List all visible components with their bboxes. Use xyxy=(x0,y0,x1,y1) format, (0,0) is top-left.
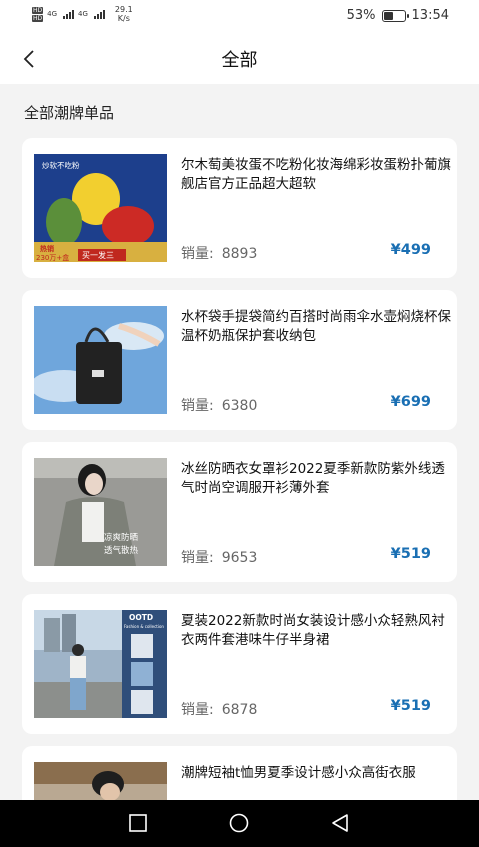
image-caption-1: 凉爽防晒 xyxy=(104,532,139,543)
image-caption: 炒软不吃粉 xyxy=(42,160,80,170)
product-price: ¥699 xyxy=(390,394,431,410)
triangle-back-icon xyxy=(332,814,348,832)
battery-icon xyxy=(381,9,409,22)
page-title: 全部 xyxy=(221,50,258,71)
hd-badge-1: HD xyxy=(32,6,44,14)
clock: 13:54 xyxy=(411,8,449,23)
system-back-button[interactable] xyxy=(329,812,351,834)
product-image: 炒软不吃粉 热销 230万+盒 买一发三 xyxy=(34,154,167,262)
status-right: 53% 13:54 xyxy=(347,8,449,23)
recents-button[interactable] xyxy=(127,812,149,834)
product-title: 潮牌短袖t恤男夏季设计感小众高街衣服 xyxy=(181,765,416,781)
sales-count: 6380 xyxy=(221,398,258,414)
home-button[interactable] xyxy=(228,812,250,834)
sales-label: 销量: xyxy=(181,246,214,262)
image-subtitle: Fashion & collection xyxy=(124,624,164,629)
product-card[interactable]: 水杯袋手提袋简约百搭时尚雨伞水壶焖烧杯保温杯奶瓶保护套收纳包 销量: 6380 ¥… xyxy=(22,290,457,430)
network-speed: 29.1 K/s xyxy=(115,5,133,23)
signal-icon xyxy=(93,9,105,19)
sales-label: 销量: xyxy=(181,398,214,414)
image-brand: OOTD xyxy=(129,613,153,622)
product-title: 夏装2022新款时尚女装设计感小众轻熟风衬衣两件套港味牛仔半身裙 xyxy=(181,613,445,648)
sales-info: 销量: 8893 xyxy=(181,243,257,263)
product-card[interactable]: 凉爽防晒 透气散热 冰丝防晒衣女罩衫2022夏季新款防紫外线透气时尚空调服开衫薄… xyxy=(22,442,457,582)
sales-count: 8893 xyxy=(221,246,258,262)
battery-percent: 53% xyxy=(346,8,376,23)
image-tag-offer: 买一发三 xyxy=(82,250,114,260)
sales-info: 销量: 6380 xyxy=(181,395,257,415)
image-caption-2: 透气散热 xyxy=(104,545,139,556)
signal-icon xyxy=(63,9,75,19)
network-type-2: 4G xyxy=(78,10,88,18)
product-image xyxy=(34,306,167,414)
speed-value: 29.1 xyxy=(114,5,133,14)
product-image: 凉爽防晒 透气散热 xyxy=(34,458,167,566)
status-left: HD HD 4G 4G 29.1 K/s xyxy=(32,5,133,23)
hd-badge-2: HD xyxy=(32,14,44,22)
sales-count: 9653 xyxy=(221,550,258,566)
product-card[interactable]: 炒软不吃粉 热销 230万+盒 买一发三 尔木萄美妆蛋不吃粉化妆海绵彩妆蛋粉扑葡… xyxy=(22,138,457,278)
product-title: 尔木萄美妆蛋不吃粉化妆海绵彩妆蛋粉扑葡旗舰店官方正品超大超软 xyxy=(181,157,451,192)
product-title: 冰丝防晒衣女罩衫2022夏季新款防紫外线透气时尚空调服开衫薄外套 xyxy=(181,461,445,496)
square-icon xyxy=(129,814,147,832)
sales-info: 销量: 6878 xyxy=(181,699,257,719)
system-nav-bar xyxy=(0,800,479,847)
sales-label: 销量: xyxy=(181,702,214,718)
circle-icon xyxy=(229,813,249,833)
battery-fill xyxy=(383,11,394,20)
network-type-1: 4G xyxy=(47,10,58,18)
product-price: ¥499 xyxy=(390,242,431,258)
product-image: OOTD Fashion & collection xyxy=(34,610,167,718)
image-tag-count: 230万+盒 xyxy=(36,253,69,262)
hd-indicators: HD HD xyxy=(32,6,44,22)
speed-unit: K/s xyxy=(117,14,130,23)
sales-count: 6878 xyxy=(221,702,258,718)
product-price: ¥519 xyxy=(390,698,431,714)
product-title: 水杯袋手提袋简约百搭时尚雨伞水壶焖烧杯保温杯奶瓶保护套收纳包 xyxy=(181,309,451,344)
product-price: ¥519 xyxy=(390,546,431,562)
status-bar: HD HD 4G 4G 29.1 K/s 53% 13:54 xyxy=(0,0,479,32)
product-card[interactable]: OOTD Fashion & collection 夏装2022新款时尚女装设计… xyxy=(22,594,457,734)
sales-info: 销量: 9653 xyxy=(181,547,257,567)
sales-label: 销量: xyxy=(181,550,214,566)
header-bar: 全部 xyxy=(0,32,479,84)
section-title: 全部潮牌单品 xyxy=(24,104,115,122)
image-tag-hot: 热销 xyxy=(40,244,54,253)
